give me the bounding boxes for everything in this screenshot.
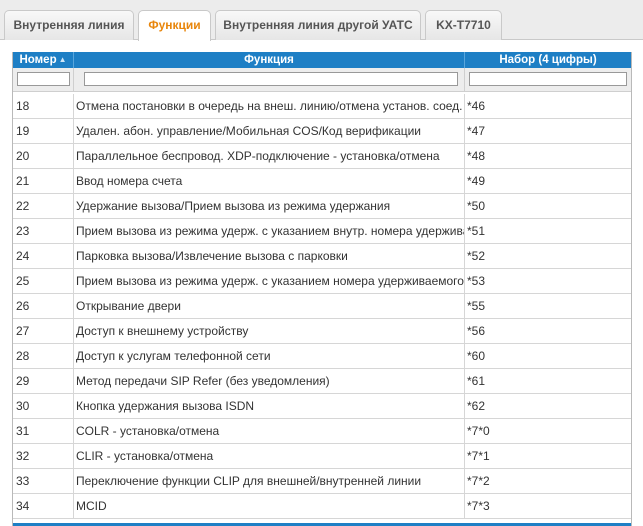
cell-dial: *7*2 bbox=[467, 474, 490, 488]
table-row[interactable]: 30 Кнопка удержания вызова ISDN *62 bbox=[13, 394, 631, 419]
cell-dial: *7*3 bbox=[467, 499, 490, 513]
cell-dial: *55 bbox=[467, 299, 486, 313]
table-row[interactable]: 29 Метод передачи SIP Refer (без уведомле… bbox=[13, 369, 631, 394]
cell-dial: *49 bbox=[467, 174, 486, 188]
cell-number: 19 bbox=[13, 119, 74, 143]
cell-number: 28 bbox=[13, 344, 74, 368]
column-header-function[interactable]: Функция bbox=[74, 52, 465, 68]
column-header-number-label: Номер bbox=[19, 54, 57, 66]
cell-number: 32 bbox=[13, 444, 74, 468]
cell-dial: *7*1 bbox=[467, 449, 490, 463]
cell-function: MCID bbox=[74, 494, 465, 518]
grid-body: 18 Отмена постановки в очередь на внеш. л… bbox=[13, 94, 631, 524]
cell-dial: *53 bbox=[467, 274, 486, 288]
tab-other-pbx-extension[interactable]: Внутренняя линия другой УАТС bbox=[215, 10, 421, 40]
column-header-number[interactable]: Номер ▲ bbox=[13, 52, 74, 68]
cell-function: Удален. абон. управление/Мобильная COS/К… bbox=[74, 119, 465, 143]
cell-number: 30 bbox=[13, 394, 74, 418]
cell-number: 23 bbox=[13, 219, 74, 243]
table-row[interactable]: 34 MCID *7*3 bbox=[13, 494, 631, 519]
cell-number: 31 bbox=[13, 419, 74, 443]
table-row[interactable]: 25 Прием вызова из режима удерж. с указан… bbox=[13, 269, 631, 294]
cell-function: COLR - установка/отмена bbox=[74, 419, 465, 443]
filter-cell-dial bbox=[465, 68, 631, 91]
filter-cell-function bbox=[74, 68, 465, 91]
cell-number: 27 bbox=[13, 319, 74, 343]
table-row[interactable]: 24 Парковка вызова/Извлечение вызова с па… bbox=[13, 244, 631, 269]
cell-dial: *47 bbox=[467, 124, 486, 138]
cell-dial: *50 bbox=[467, 199, 486, 213]
column-header-dial[interactable]: Набор (4 цифры) bbox=[465, 52, 631, 68]
table-row[interactable]: 19 Удален. абон. управление/Мобильная COS… bbox=[13, 119, 631, 144]
tab-functions[interactable]: Функции bbox=[138, 10, 211, 41]
cell-number: 29 bbox=[13, 369, 74, 393]
cell-number: 22 bbox=[13, 194, 74, 218]
cell-function: Метод передачи SIP Refer (без уведомлени… bbox=[74, 369, 465, 393]
table-row[interactable]: 23 Прием вызова из режима удерж. с указан… bbox=[13, 219, 631, 244]
cell-number: 20 bbox=[13, 144, 74, 168]
cell-number: 33 bbox=[13, 469, 74, 493]
functions-grid: Номер ▲ Функция Набор (4 цифры) 18 Отмена … bbox=[12, 52, 632, 526]
cell-function: Отмена постановки в очередь на внеш. лин… bbox=[74, 94, 465, 118]
cell-number: 18 bbox=[13, 94, 74, 118]
table-row[interactable]: 18 Отмена постановки в очередь на внеш. л… bbox=[13, 94, 631, 119]
tab-extension[interactable]: Внутренняя линия bbox=[4, 10, 134, 40]
filter-number-input[interactable] bbox=[17, 72, 70, 86]
cell-dial: *56 bbox=[467, 324, 486, 338]
filter-cell-number bbox=[13, 68, 74, 91]
cell-function: Прием вызова из режима удерж. с указание… bbox=[74, 219, 465, 243]
cell-dial: *61 bbox=[467, 374, 486, 388]
filter-dial-input[interactable] bbox=[469, 72, 627, 86]
cell-dial: *62 bbox=[467, 399, 486, 413]
cell-number: 24 bbox=[13, 244, 74, 268]
cell-function: Параллельное беспровод. XDP-подключение … bbox=[74, 144, 465, 168]
cell-number: 25 bbox=[13, 269, 74, 293]
tab-kx-t7710[interactable]: KX-T7710 bbox=[425, 10, 502, 40]
cell-function: Ввод номера счета bbox=[74, 169, 465, 193]
cell-function: Переключение функции CLIP для внешней/вн… bbox=[74, 469, 465, 493]
tab-bar: Внутренняя линия Функции Внутренняя лини… bbox=[0, 0, 643, 41]
table-row[interactable]: 22 Удержание вызова/Прием вызова из режим… bbox=[13, 194, 631, 219]
table-row[interactable]: 32 CLIR - установка/отмена *7*1 bbox=[13, 444, 631, 469]
cell-function: Удержание вызова/Прием вызова из режима … bbox=[74, 194, 465, 218]
cell-dial: *46 bbox=[467, 99, 486, 113]
table-row[interactable]: 31 COLR - установка/отмена *7*0 bbox=[13, 419, 631, 444]
cell-function: CLIR - установка/отмена bbox=[74, 444, 465, 468]
table-row[interactable]: 21 Ввод номера счета *49 bbox=[13, 169, 631, 194]
sort-asc-icon: ▲ bbox=[58, 55, 67, 64]
cell-function: Парковка вызова/Извлечение вызова с парк… bbox=[74, 244, 465, 268]
cell-number: 26 bbox=[13, 294, 74, 318]
grid-header: Номер ▲ Функция Набор (4 цифры) bbox=[13, 52, 631, 68]
table-row[interactable]: 26 Открывание двери *55 bbox=[13, 294, 631, 319]
cell-dial: *48 bbox=[467, 149, 486, 163]
cell-dial: *52 bbox=[467, 249, 486, 263]
cell-dial: *51 bbox=[467, 224, 486, 238]
filter-function-input[interactable] bbox=[84, 72, 458, 86]
cell-function: Доступ к внешнему устройству bbox=[74, 319, 465, 343]
cell-number: 21 bbox=[13, 169, 74, 193]
cell-function: Прием вызова из режима удерж. с указание… bbox=[74, 269, 465, 293]
cell-dial: *60 bbox=[467, 349, 486, 363]
cell-function: Доступ к услугам телефонной сети bbox=[74, 344, 465, 368]
cell-number: 34 bbox=[13, 494, 74, 518]
table-row[interactable]: 20 Параллельное беспровод. XDP-подключени… bbox=[13, 144, 631, 169]
filter-row bbox=[13, 68, 631, 92]
table-row[interactable]: 28 Доступ к услугам телефонной сети *60 bbox=[13, 344, 631, 369]
cell-dial: *7*0 bbox=[467, 424, 490, 438]
table-row[interactable]: 27 Доступ к внешнему устройству *56 bbox=[13, 319, 631, 344]
cell-function: Открывание двери bbox=[74, 294, 465, 318]
table-row[interactable]: 33 Переключение функции CLIP для внешней/… bbox=[13, 469, 631, 494]
cell-function: Кнопка удержания вызова ISDN bbox=[74, 394, 465, 418]
